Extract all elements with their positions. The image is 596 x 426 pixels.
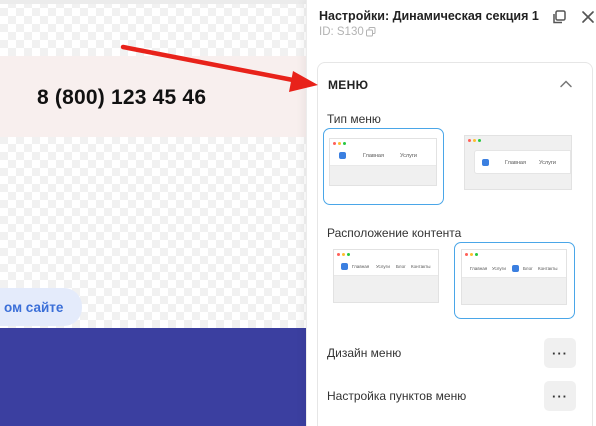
content-layout-option-1[interactable]: Главная Услуги Блог Контакты (333, 249, 441, 305)
preview-link: Главная (505, 160, 526, 166)
panel-title: Настройки: Динамическая секция 1 (319, 9, 539, 23)
canvas-top-divider (0, 0, 306, 4)
menu-type-option-2[interactable]: Главная Услуги (464, 135, 572, 197)
preview-logo-icon (512, 265, 519, 272)
preview-link: Услуги (400, 153, 417, 159)
menu-section: МЕНЮ Тип меню Главная Услуги Главная Усл… (317, 62, 593, 426)
menu-type-preview-1: Главная Услуги (329, 138, 437, 186)
chevron-up-icon[interactable] (559, 77, 573, 91)
preview-link: Услуги (539, 160, 556, 166)
about-site-button[interactable]: ом сайте (0, 288, 82, 326)
copy-icon[interactable] (365, 27, 376, 37)
content-layout-preview-1: Главная Услуги Блог Контакты (333, 249, 439, 303)
content-layout-preview-2: Главная Услуги Блог Контакты (461, 249, 567, 305)
phone-number[interactable]: 8 (800) 123 45 46 (37, 86, 206, 110)
section-id: ID: S130 (319, 26, 376, 38)
section-title[interactable]: МЕНЮ (328, 78, 368, 92)
menu-items-settings-more-button[interactable]: ··· (544, 381, 576, 411)
preview-link: Контакты (411, 264, 431, 269)
preview-link: Услуги (376, 264, 390, 269)
window-dots (333, 142, 346, 145)
preview-link: Блог (396, 264, 406, 269)
preview-header: Главная Услуги Блог Контакты (334, 250, 438, 276)
menu-type-option-1[interactable]: Главная Услуги (323, 128, 444, 205)
menu-design-more-button[interactable]: ··· (544, 338, 576, 368)
content-layout-label: Расположение контента (327, 226, 462, 240)
preview-logo-icon (339, 152, 346, 159)
preview-link: Услуги (492, 266, 506, 271)
menu-type-preview-2: Главная Услуги (464, 135, 572, 190)
close-icon[interactable] (579, 8, 596, 26)
menu-type-label: Тип меню (327, 112, 381, 126)
window-dots (468, 139, 481, 142)
preview-link: Блог (523, 266, 533, 271)
preview-link: Главная (470, 266, 488, 271)
window-dots (465, 253, 478, 256)
preview-link: Главная (363, 153, 384, 159)
window-dots (337, 253, 350, 256)
preview-link: Контакты (538, 266, 558, 271)
preview-header: Главная Услуги (330, 139, 436, 166)
editor-canvas: 8 (800) 123 45 46 ом сайте (0, 0, 306, 426)
preview-floating-header: Главная Услуги (474, 150, 571, 174)
section-id-text: ID: S130 (319, 26, 364, 38)
detach-icon[interactable] (550, 8, 568, 26)
settings-panel: Настройки: Динамическая секция 1 ID: S13… (306, 0, 596, 426)
footer-block[interactable] (0, 328, 306, 426)
preview-header: Главная Услуги Блог Контакты (462, 250, 566, 278)
content-layout-option-2[interactable]: Главная Услуги Блог Контакты (454, 242, 575, 319)
menu-design-label: Дизайн меню (327, 346, 402, 360)
preview-logo-icon (341, 263, 348, 270)
preview-logo-icon (482, 159, 489, 166)
menu-items-settings-label: Настройка пунктов меню (327, 389, 467, 403)
preview-link: Главная (352, 264, 370, 269)
